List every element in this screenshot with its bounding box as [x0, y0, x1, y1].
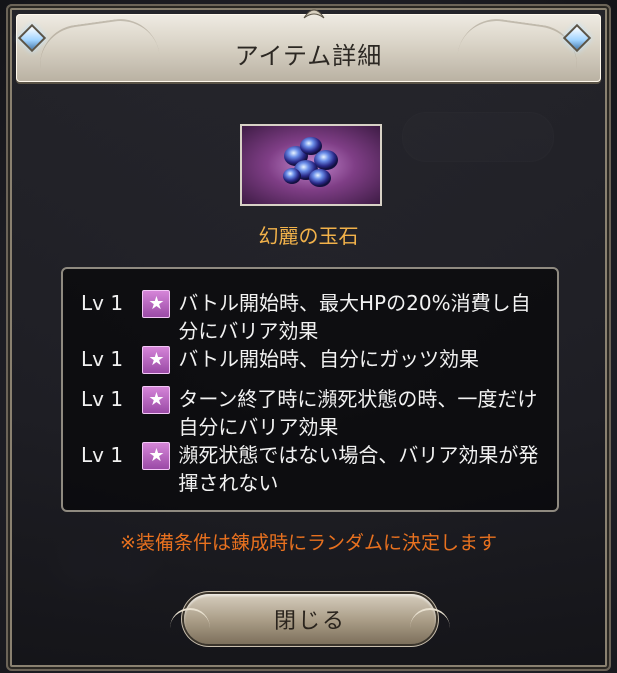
gem-stones-icon: [283, 137, 338, 187]
effect-level: Lv 1: [81, 291, 124, 315]
item-image: [240, 124, 382, 206]
close-button-label: 閉じる: [273, 609, 346, 634]
star-icon: ★: [142, 442, 171, 470]
equip-condition-note: ※装備条件は錬成時にランダムに決定します: [120, 532, 497, 554]
effect-text: バトル開始時、自分にガッツ効果: [178, 347, 480, 371]
button-ornament-icon: [170, 608, 210, 632]
crest-ornament-icon: [303, 9, 325, 19]
item-name: 幻麗の玉石: [258, 224, 359, 248]
effect-level: Lv 1: [81, 443, 124, 467]
close-button[interactable]: 閉じる: [170, 594, 450, 644]
item-detail-dialog: アイテム詳細 幻麗の玉石 Lv 1 ★ バトル開始時、最大HPの20%消費し自分…: [6, 4, 611, 671]
effect-row: Lv 1 ★ バトル開始時、最大HPの20%消費し自分にバリア効果: [81, 289, 547, 345]
effect-row: Lv 1 ★ 瀕死状態ではない場合、バリア効果が発揮されない: [81, 441, 547, 497]
effect-text: バトル開始時、最大HPの20%消費し自分にバリア効果: [178, 291, 531, 343]
dialog-title: アイテム詳細: [234, 42, 383, 70]
title-bar: アイテム詳細: [16, 14, 601, 82]
star-icon: ★: [142, 386, 171, 414]
star-icon: ★: [142, 290, 171, 318]
button-ornament-icon: [410, 608, 450, 632]
effect-text: ターン終了時に瀕死状態の時、一度だけ自分にバリア効果: [178, 387, 538, 439]
star-icon: ★: [142, 346, 171, 374]
effect-row: Lv 1 ★ バトル開始時、自分にガッツ効果: [81, 345, 547, 374]
effect-level: Lv 1: [81, 347, 124, 371]
effect-text: 瀕死状態ではない場合、バリア効果が発揮されない: [178, 443, 539, 495]
effects-panel: Lv 1 ★ バトル開始時、最大HPの20%消費し自分にバリア効果 Lv 1 ★…: [61, 267, 559, 512]
effect-level: Lv 1: [81, 387, 124, 411]
effect-row: Lv 1 ★ ターン終了時に瀕死状態の時、一度だけ自分にバリア効果: [81, 385, 547, 441]
